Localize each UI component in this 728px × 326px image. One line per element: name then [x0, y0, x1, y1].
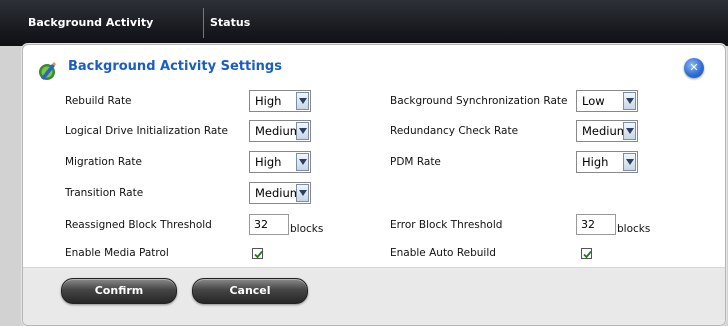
migration-rate-value: High — [255, 155, 282, 169]
chevron-down-icon — [623, 153, 636, 171]
background-sync-rate-label: Background Synchronization Rate — [390, 95, 568, 107]
app-logo-icon — [39, 62, 56, 80]
tab-background-activity[interactable]: Background Activity — [28, 0, 153, 46]
migration-rate-select[interactable]: High — [249, 151, 311, 173]
settings-panel: Background Activity Settings ✕ Rebuild R… — [22, 44, 726, 326]
enable-auto-rebuild-label: Enable Auto Rebuild — [390, 247, 496, 259]
top-nav-bar: Background Activity Status — [0, 0, 728, 46]
tab-status[interactable]: Status — [210, 0, 250, 46]
error-block-threshold-unit: blocks — [617, 223, 651, 235]
background-sync-rate-select[interactable]: Low — [576, 90, 638, 112]
redundancy-check-rate-label: Redundancy Check Rate — [390, 125, 519, 137]
redundancy-check-rate-select[interactable]: Medium — [576, 120, 638, 142]
close-icon[interactable]: ✕ — [684, 58, 704, 78]
transition-rate-select[interactable]: Medium — [249, 182, 311, 204]
enable-media-patrol-checkbox[interactable] — [252, 248, 263, 259]
background-sync-rate-value: Low — [582, 94, 605, 108]
panel-title: Background Activity Settings — [68, 59, 282, 74]
migration-rate-label: Migration Rate — [65, 156, 142, 168]
rebuild-rate-value: High — [255, 94, 282, 108]
reassigned-block-threshold-label: Reassigned Block Threshold — [65, 219, 212, 231]
error-block-threshold-input[interactable]: 32 — [576, 214, 616, 235]
pdm-rate-value: High — [582, 155, 609, 169]
chevron-down-icon — [296, 122, 309, 140]
chevron-down-icon — [296, 92, 309, 110]
chevron-down-icon — [623, 92, 636, 110]
pdm-rate-select[interactable]: High — [576, 151, 638, 173]
panel-header: Background Activity Settings ✕ — [23, 45, 725, 93]
logical-drive-init-rate-select[interactable]: Medium — [249, 120, 311, 142]
tab-divider — [203, 8, 204, 38]
chevron-down-icon — [296, 153, 309, 171]
redundancy-check-rate-value: Medium — [582, 124, 628, 138]
chevron-down-icon — [623, 122, 636, 140]
pdm-rate-label: PDM Rate — [390, 156, 441, 168]
enable-auto-rebuild-checkbox[interactable] — [581, 248, 592, 259]
transition-rate-label: Transition Rate — [65, 187, 144, 199]
logical-drive-init-rate-value: Medium — [255, 124, 301, 138]
enable-media-patrol-label: Enable Media Patrol — [65, 247, 169, 259]
rebuild-rate-label: Rebuild Rate — [65, 95, 132, 107]
logical-drive-init-rate-label: Logical Drive Initialization Rate — [65, 125, 228, 137]
reassigned-block-threshold-unit: blocks — [290, 223, 324, 235]
chevron-down-icon — [296, 184, 309, 202]
error-block-threshold-label: Error Block Threshold — [390, 219, 503, 231]
cancel-button[interactable]: Cancel — [192, 278, 308, 304]
checkmark-icon — [583, 250, 592, 259]
rebuild-rate-select[interactable]: High — [249, 90, 311, 112]
confirm-button[interactable]: Confirm — [61, 278, 177, 304]
transition-rate-value: Medium — [255, 186, 301, 200]
panel-footer: Confirm Cancel — [23, 267, 725, 325]
checkmark-icon — [254, 250, 263, 259]
reassigned-block-threshold-input[interactable]: 32 — [249, 214, 289, 235]
